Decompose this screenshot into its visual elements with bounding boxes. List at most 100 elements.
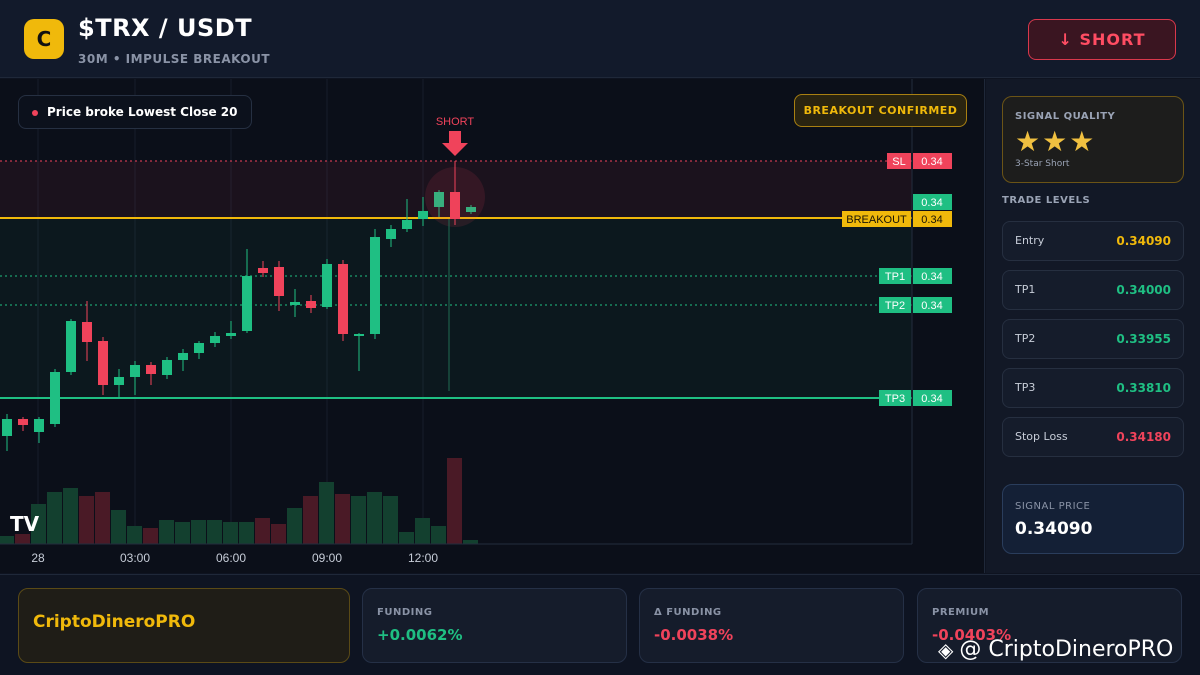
price-label-text: 0.34 (921, 214, 942, 226)
candle-body (114, 377, 124, 385)
volume-bar (111, 510, 126, 544)
time-axis-label: 12:00 (408, 551, 438, 565)
trade-levels-title: TRADE LEVELS (1002, 195, 1091, 206)
price-label-text: 0.34 (921, 197, 942, 209)
footer-bar: CriptoDineroPRO FUNDING +0.0062% Δ FUNDI… (0, 574, 1200, 675)
volume-bar (255, 518, 270, 544)
volume-bar (159, 520, 174, 544)
price-label-text: 0.34 (921, 393, 942, 405)
breakout-info-text: Price broke Lowest Close 20 (47, 105, 238, 119)
candle-body (162, 360, 172, 375)
volume-bar (223, 522, 238, 544)
price-chart[interactable]: SHORT TV SL 0.34 0.34 BREAKOUT 0.34 TP1 0.34 TP2 0… (0, 79, 985, 573)
level-row-tp3: TP3 0.33810 (1002, 368, 1184, 408)
price-label-text: 0.34 (921, 271, 942, 283)
volume-bar (239, 522, 254, 544)
candle-body (18, 419, 28, 425)
stat-label: Δ FUNDING (654, 607, 722, 618)
volume-bar (271, 524, 286, 544)
candle-body (34, 419, 44, 432)
candle-body (2, 419, 12, 436)
candle-body (290, 302, 300, 305)
volume-bar (319, 482, 334, 544)
candle-body (322, 264, 332, 307)
volume-bar (447, 458, 462, 544)
stat-label: PREMIUM (932, 607, 990, 618)
level-tag-text: TP3 (885, 393, 905, 405)
level-label: TP2 (1015, 332, 1036, 345)
candle-body (338, 264, 348, 334)
level-row-tp2: TP2 0.33955 (1002, 319, 1184, 359)
candle-body (66, 321, 76, 372)
level-value: 0.34000 (1116, 283, 1171, 297)
candle-body (274, 267, 284, 296)
volume-bar (287, 508, 302, 544)
short-marker-label: SHORT (436, 116, 475, 128)
candle-body (370, 237, 380, 334)
level-value: 0.33810 (1116, 381, 1171, 395)
level-row-entry: Entry 0.34090 (1002, 221, 1184, 261)
signal-glow (425, 167, 485, 227)
level-value: 0.34090 (1116, 234, 1171, 248)
level-row-tp1: TP1 0.34000 (1002, 270, 1184, 310)
signal-quality-card: SIGNAL QUALITY ★★★ 3-Star Short (1002, 96, 1184, 183)
volume-bar (463, 540, 478, 544)
time-axis-label: 06:00 (216, 551, 246, 565)
short-signal-button[interactable]: ↓ SHORT (1028, 19, 1176, 60)
signal-price-value: 0.34090 (1015, 519, 1093, 539)
level-label: Entry (1015, 234, 1045, 247)
volume-bar (63, 488, 78, 544)
candle-body (386, 229, 396, 239)
level-label: TP3 (1015, 381, 1036, 394)
volume-bar (351, 496, 366, 544)
volume-bar (143, 528, 158, 544)
candle-body (146, 365, 156, 374)
brand-card: CriptoDineroPRO (18, 588, 350, 663)
volume-bar (415, 518, 430, 544)
volume-bar (0, 536, 14, 544)
candle-body (418, 211, 428, 219)
watermark: ◈ @ CriptoDineroPRO (938, 637, 1173, 662)
candle-body (242, 276, 252, 331)
stat-label: FUNDING (377, 607, 433, 618)
watermark-text: @ CriptoDineroPRO (959, 637, 1174, 662)
level-tag-text: SL (892, 156, 905, 168)
level-value: 0.34180 (1116, 430, 1171, 444)
signal-quality-title: SIGNAL QUALITY (1015, 111, 1116, 122)
candle-body (50, 372, 60, 424)
candle-body (194, 343, 204, 353)
breakout-confirmed-badge: BREAKOUT CONFIRMED (794, 94, 967, 127)
signal-price-title: SIGNAL PRICE (1015, 501, 1091, 512)
time-axis-label: 03:00 (120, 551, 150, 565)
candlestick-chart-canvas: SHORT TV SL 0.34 0.34 BREAKOUT 0.34 TP1 0.34 TP2 0… (0, 79, 952, 565)
candle-body (130, 365, 140, 377)
funding-card: FUNDING +0.0062% (362, 588, 627, 663)
volume-bar (207, 520, 222, 544)
candle-body (354, 334, 364, 336)
volume-bar (303, 496, 318, 544)
level-row-stop-loss: Stop Loss 0.34180 (1002, 417, 1184, 457)
candle-body (306, 301, 316, 308)
alert-dot-icon (32, 110, 38, 116)
volume-bar (175, 522, 190, 544)
brand-name: CriptoDineroPRO (33, 612, 196, 632)
level-tag-text: TP1 (885, 271, 905, 283)
price-label-text: 0.34 (921, 156, 942, 168)
level-value: 0.33955 (1116, 332, 1171, 346)
time-axis-label: 28 (31, 551, 45, 565)
volume-bar (95, 492, 110, 544)
volume-bar (431, 526, 446, 544)
coin-logo-icon: C (24, 19, 64, 59)
delta-funding-card: Δ FUNDING -0.0038% (639, 588, 904, 663)
stat-value: +0.0062% (377, 626, 463, 644)
tradingview-logo-icon: TV (10, 512, 40, 536)
volume-bar (47, 492, 62, 544)
header-bar: C $TRX / USDT 30M • IMPULSE BREAKOUT ↓ S… (0, 0, 1200, 78)
candle-body (98, 341, 108, 385)
level-label: TP1 (1015, 283, 1036, 296)
volume-bar (367, 492, 382, 544)
volume-bar (335, 494, 350, 544)
price-label-text: 0.34 (921, 300, 942, 312)
candle-body (258, 268, 268, 273)
signal-price-card: SIGNAL PRICE 0.34090 (1002, 484, 1184, 554)
